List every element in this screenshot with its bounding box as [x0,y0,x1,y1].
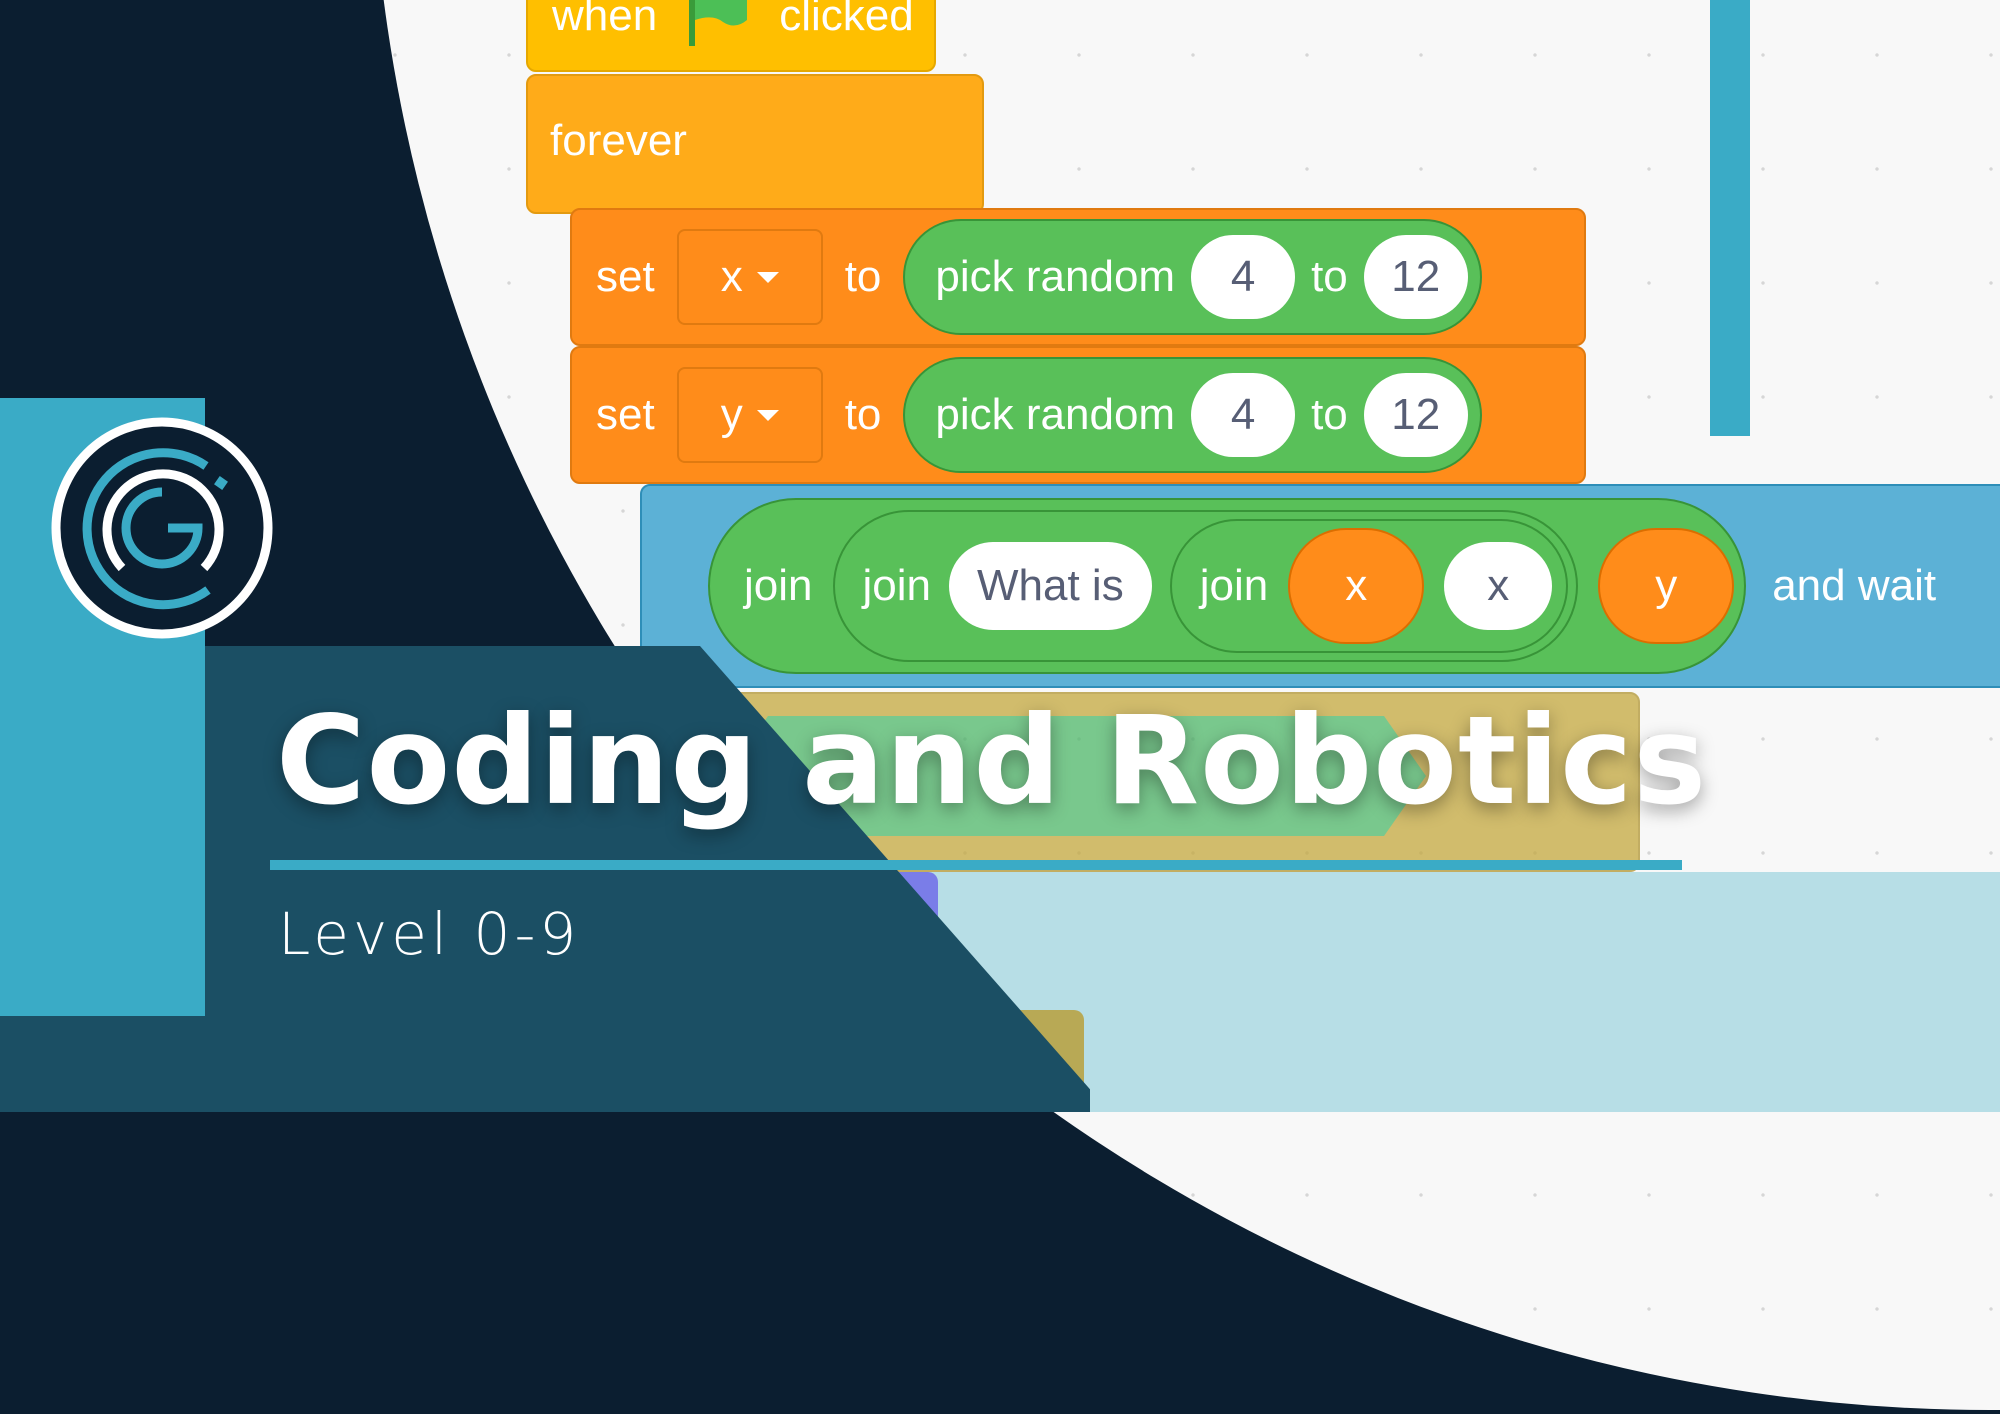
workspace-scrollbar [1710,0,1750,436]
to-label: to [844,252,882,301]
variable-name: x [720,252,743,301]
variable-dropdown[interactable]: y [676,367,823,463]
forever-label: forever [550,116,687,165]
and-wait-label: and wait [1772,561,1937,610]
set-label: set [596,252,655,301]
text-input-what-is[interactable]: What is [949,542,1152,630]
hat-label-clicked: clicked [779,0,914,40]
set-x-block: set x to pick random 4 to 12 [570,208,1586,346]
green-flag-icon [689,0,748,46]
variable-reporter-x[interactable]: x [1288,528,1425,644]
to-label: to [844,390,882,439]
pick-random-reporter: pick random 4 to 12 [903,357,1482,473]
to-label: to [1311,252,1348,301]
set-label: set [596,390,655,439]
join-label: join [1199,561,1269,610]
join-reporter-middle: join What is join x x [832,510,1579,662]
join-label: join [862,561,932,610]
set-y-block: set y to pick random 4 to 12 [570,346,1586,484]
random-from-input[interactable]: 4 [1191,235,1296,319]
to-label: to [1311,390,1348,439]
pick-random-label: pick random [935,252,1176,301]
variable-name: y [720,390,743,439]
hat-label-when: when [552,0,658,40]
forever-block: forever [526,74,984,214]
random-to-input[interactable]: 12 [1363,235,1468,319]
join-reporter-outer: join join What is join x x y [708,498,1747,674]
brand-logo-icon [51,417,273,639]
text-input-x[interactable]: x [1444,542,1553,630]
join-reporter-inner: join x x [1169,519,1569,653]
random-from-input[interactable]: 4 [1191,373,1296,457]
banner: when clicked forever set x to pick rando… [0,0,2000,1414]
join-label: join [744,561,813,610]
pick-random-reporter: pick random 4 to 12 [903,219,1482,335]
when-flag-clicked-block: when clicked [526,0,936,72]
ask-and-wait-block: join join What is join x x y and wait [640,484,2000,688]
random-to-input[interactable]: 12 [1363,373,1468,457]
variable-dropdown[interactable]: x [676,229,823,325]
level-subtitle: Level 0-9 [278,900,581,968]
chevron-down-icon [756,271,779,283]
chevron-down-icon [756,409,779,421]
page-title: Coding and Robotics [276,690,1708,832]
pick-random-label: pick random [935,390,1176,439]
title-divider [270,860,1682,870]
variable-reporter-y[interactable]: y [1598,528,1735,644]
